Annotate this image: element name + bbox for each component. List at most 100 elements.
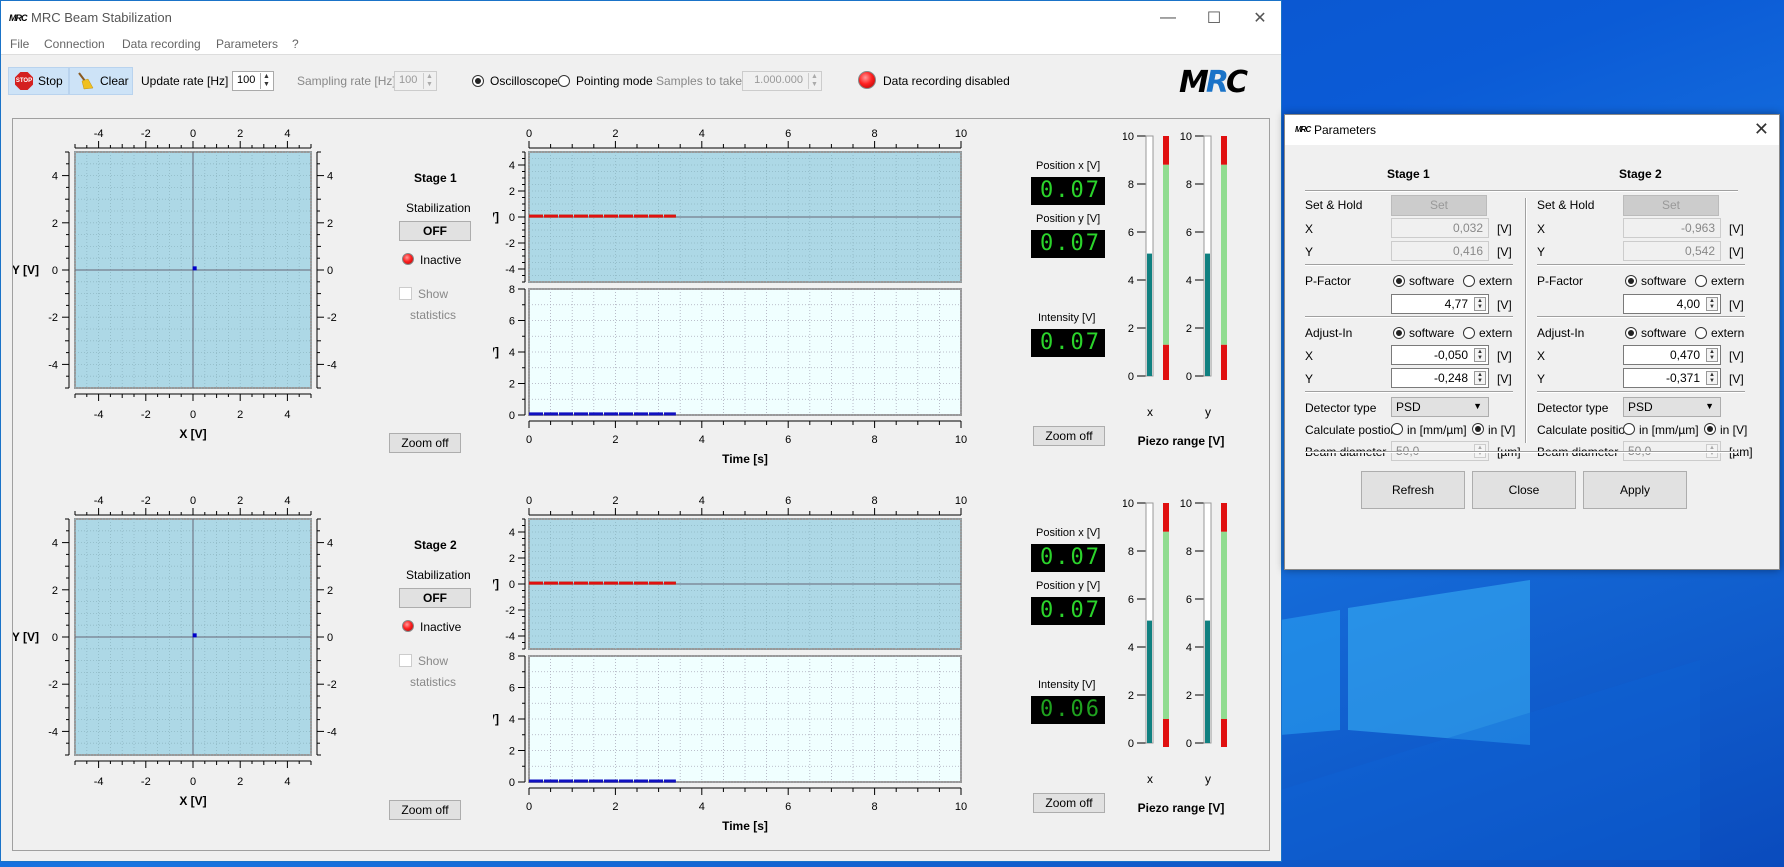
dropdown-caret-icon[interactable]: ▼: [1705, 401, 1714, 411]
statistics-label[interactable]: statistics: [410, 308, 456, 322]
pointing-mode-label[interactable]: Pointing mode: [576, 74, 653, 88]
piezo-y-label: y: [1205, 405, 1211, 419]
menu-help[interactable]: ?: [292, 37, 299, 51]
dropdown-caret-icon[interactable]: ▼: [1473, 401, 1482, 411]
detector-type-select[interactable]: PSD ▼: [1391, 397, 1489, 418]
maximize-button[interactable]: ☐: [1191, 1, 1237, 35]
calc-mm-label[interactable]: in [mm/µm]: [1639, 423, 1699, 437]
close-button[interactable]: ✕: [1237, 1, 1283, 35]
pfactor-extern-radio[interactable]: [1695, 274, 1707, 287]
time-series-chart[interactable]: 00224466881010420-2-486420Time [s]X/Y [V…: [493, 486, 1033, 853]
show-statistics-label[interactable]: Show: [418, 654, 448, 668]
adjust-software-label[interactable]: software: [1409, 326, 1454, 340]
adjust-software-radio[interactable]: [1393, 326, 1405, 339]
y-tick-label: 0: [52, 265, 58, 277]
time-zoom-off-button[interactable]: Zoom off: [1033, 793, 1105, 813]
pfactor-software-radio[interactable]: [1625, 274, 1637, 287]
adjust-extern-radio[interactable]: [1463, 326, 1475, 339]
clear-button[interactable]: Clear: [69, 67, 133, 95]
x-tick-label: 0: [190, 128, 196, 140]
calc-mm-radio[interactable]: [1623, 423, 1635, 436]
intensity-label: Intensity [V]: [1038, 679, 1096, 691]
unit-label: [V]: [1729, 221, 1744, 236]
show-statistics-checkbox[interactable]: [399, 654, 412, 667]
detector-type-select[interactable]: PSD ▼: [1623, 397, 1721, 418]
calc-volt-label[interactable]: in [V]: [1488, 423, 1515, 437]
oscilloscope-label[interactable]: Oscilloscope: [490, 74, 558, 88]
apply-button[interactable]: Apply: [1583, 471, 1687, 509]
x-tick-label: 8: [872, 434, 878, 446]
calc-volt-label[interactable]: in [V]: [1720, 423, 1747, 437]
spin-arrows-icon[interactable]: ▲ ▼: [1474, 297, 1486, 312]
x-tick-label: 6: [785, 128, 791, 140]
time-series-chart[interactable]: 00224466881010420-2-486420Time [s]X/Y [V…: [493, 119, 1033, 486]
spin-arrows-icon[interactable]: ▲ ▼: [1706, 348, 1718, 363]
y-tick-label: 2: [52, 585, 58, 597]
calc-volt-radio[interactable]: [1472, 423, 1484, 436]
unit-label: [V]: [1497, 348, 1512, 363]
dialog-close-icon[interactable]: ✕: [1754, 119, 1769, 140]
time-zoom-off-button[interactable]: Zoom off: [1033, 426, 1105, 446]
stop-button[interactable]: STOP Stop: [8, 67, 69, 95]
x-tick-label: 0: [190, 409, 196, 421]
adjust-y-spinbox[interactable]: -0,248 ▲ ▼: [1391, 368, 1489, 389]
calc-mm-radio[interactable]: [1391, 423, 1403, 436]
adjust-y-spinbox[interactable]: -0,371 ▲ ▼: [1623, 368, 1721, 389]
piezo-x-lower-limit: [1163, 719, 1169, 747]
y-tick-label: 4: [327, 538, 333, 550]
recording-status-label: Data recording disabled: [883, 74, 1010, 88]
xy-zoom-off-button[interactable]: Zoom off: [389, 433, 461, 453]
menu-connection[interactable]: Connection: [44, 37, 105, 51]
spin-arrows-icon[interactable]: ▲ ▼: [260, 73, 272, 89]
section-divider: [1537, 316, 1745, 319]
calc-volt-radio[interactable]: [1704, 423, 1716, 436]
xy-zoom-off-button[interactable]: Zoom off: [389, 800, 461, 820]
pfactor-extern-label[interactable]: extern: [1479, 274, 1512, 288]
toolbar: STOP Stop Clear Update rate [Hz] 100 ▲ ▼ …: [1, 56, 1281, 106]
pfactor-software-label[interactable]: software: [1409, 274, 1454, 288]
x-axis-label: Time [s]: [722, 452, 768, 466]
show-statistics-label[interactable]: Show: [418, 287, 448, 301]
piezo-x-ok-range: [1163, 164, 1169, 345]
show-statistics-checkbox[interactable]: [399, 287, 412, 300]
oscilloscope-radio[interactable]: [472, 75, 484, 87]
pfactor-software-radio[interactable]: [1393, 274, 1405, 287]
adjust-x-spinbox[interactable]: -0,050 ▲ ▼: [1391, 345, 1489, 366]
pfactor-extern-label[interactable]: extern: [1711, 274, 1744, 288]
x-tick-label: 2: [612, 434, 618, 446]
adjust-extern-radio[interactable]: [1695, 326, 1707, 339]
pfactor-software-label[interactable]: software: [1641, 274, 1686, 288]
adjust-extern-label[interactable]: extern: [1479, 326, 1512, 340]
statistics-label[interactable]: statistics: [410, 675, 456, 689]
menu-file[interactable]: File: [10, 37, 29, 51]
pfactor-spinbox[interactable]: 4,77 ▲ ▼: [1391, 294, 1489, 315]
x-tick-label: 0: [526, 495, 532, 507]
intensity-label: Intensity [V]: [1038, 312, 1096, 324]
xy-position-chart[interactable]: -4 -4 -2 -2 0 0 2 2 4 4 4 4 2 2 0 0 -2 -2 -4 -4 X [V] Y [V]: [13, 486, 393, 853]
xy-position-chart[interactable]: -4 -4 -2 -2 0 0 2 2 4 4 4 4 2 2 0 0 -2 -2 -4 -4 X [V] Y [V]: [13, 119, 393, 486]
stabilization-toggle-button[interactable]: OFF: [399, 588, 471, 608]
spin-arrows-icon[interactable]: ▲ ▼: [1706, 297, 1718, 312]
spin-arrows-icon[interactable]: ▲ ▼: [1474, 371, 1486, 386]
pfactor-extern-radio[interactable]: [1463, 274, 1475, 287]
y-tick-label: 4: [327, 171, 333, 183]
minimize-button[interactable]: —: [1145, 1, 1191, 35]
refresh-button[interactable]: Refresh: [1361, 471, 1465, 509]
adjust-software-label[interactable]: software: [1641, 326, 1686, 340]
adjust-extern-label[interactable]: extern: [1711, 326, 1744, 340]
pfactor-spinbox[interactable]: 4,00 ▲ ▼: [1623, 294, 1721, 315]
y-tick-label: 0: [327, 632, 333, 644]
adjust-x-spinbox[interactable]: 0,470 ▲ ▼: [1623, 345, 1721, 366]
pointing-mode-radio[interactable]: [558, 75, 570, 87]
adjust-x-label: X: [1537, 348, 1546, 363]
adjust-software-radio[interactable]: [1625, 326, 1637, 339]
spin-arrows-icon[interactable]: ▲ ▼: [1706, 371, 1718, 386]
spin-arrows-icon[interactable]: ▲ ▼: [1474, 348, 1486, 363]
update-rate-spinbox[interactable]: 100 ▲ ▼: [232, 71, 274, 91]
stage-status-label: Inactive: [420, 620, 462, 634]
menu-data-recording[interactable]: Data recording: [122, 37, 201, 51]
close-dialog-button[interactable]: Close: [1472, 471, 1576, 509]
calc-mm-label[interactable]: in [mm/µm]: [1407, 423, 1467, 437]
menu-parameters[interactable]: Parameters: [216, 37, 278, 51]
stabilization-toggle-button[interactable]: OFF: [399, 221, 471, 241]
